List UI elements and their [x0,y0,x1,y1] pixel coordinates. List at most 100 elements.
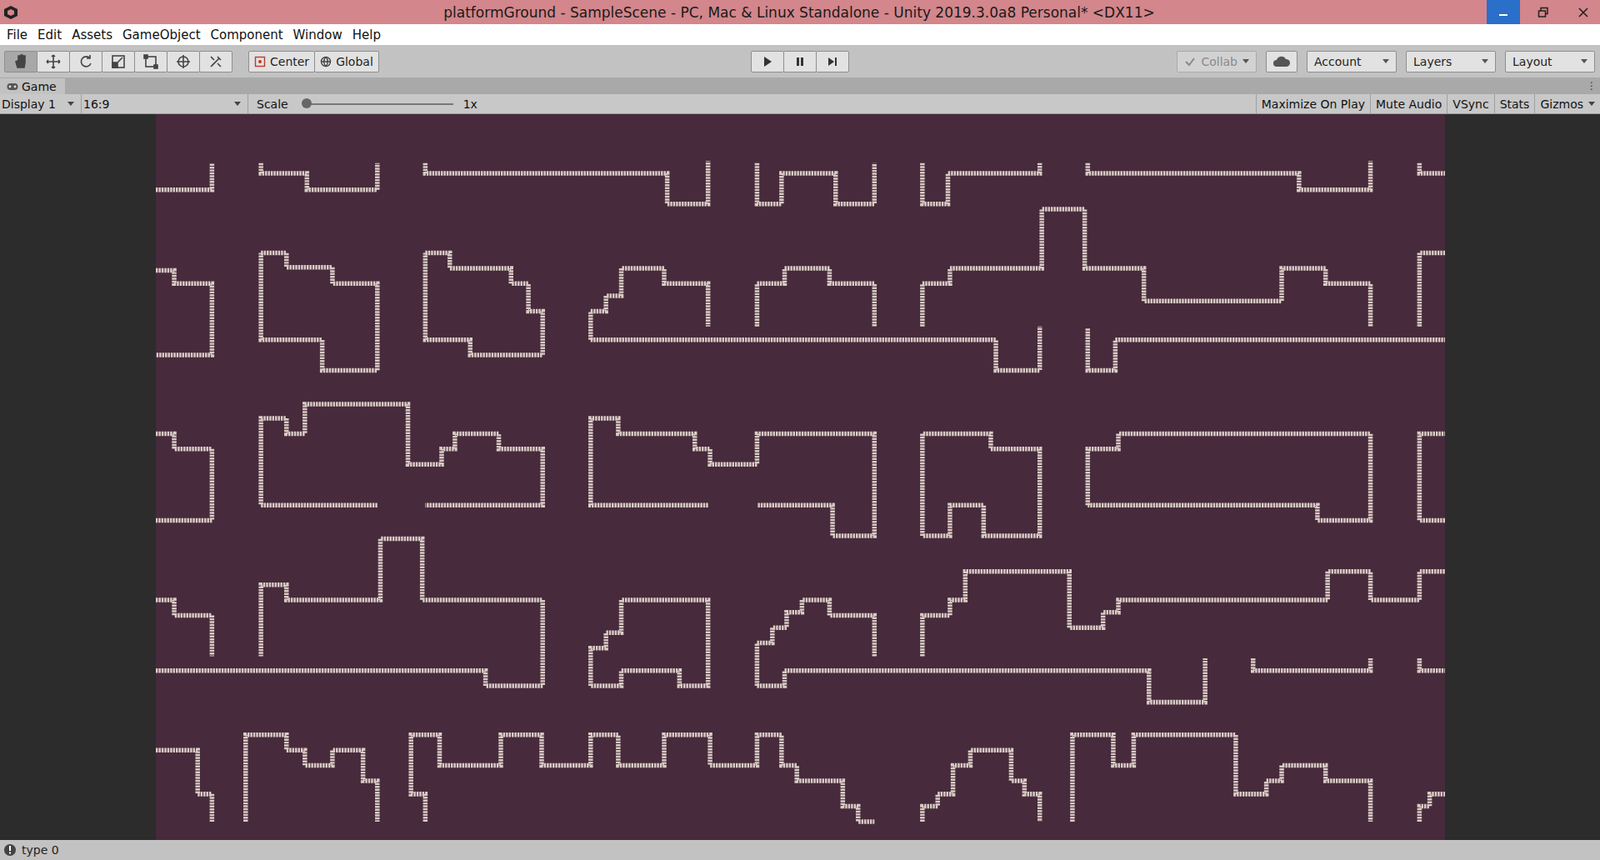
toolbar-dropdown[interactable]: Account [1306,50,1397,73]
game-canvas[interactable] [155,114,1445,840]
platform-outline [590,326,1040,371]
scale-slider: Scale 1x [248,97,478,111]
tool-button[interactable] [69,50,103,73]
platform-outline [155,750,212,822]
platform-outline [155,163,212,190]
platform-outline [425,253,543,356]
playback-button[interactable] [750,50,785,73]
dropdown-arrow-icon [1382,59,1390,64]
platform-outline [1252,658,1370,671]
display-dropdown[interactable]: Display 1 [0,94,82,114]
close-icon [1577,6,1590,19]
platform-outline [921,163,1040,205]
scale-icon [110,53,127,70]
info-icon [3,843,17,857]
tool-button[interactable] [4,50,38,73]
platform-outline [921,433,1040,536]
platform-outline [245,735,377,822]
playback-button[interactable] [783,50,817,73]
platform-outline [590,418,875,536]
menu-item[interactable]: Edit [32,27,67,43]
tool-button[interactable] [134,50,168,73]
platform-outline [1419,794,1445,822]
custom-icon [207,53,225,70]
slider-thumb[interactable] [301,98,312,109]
restore-icon [1537,6,1550,19]
unity-editor: platformGround - SampleScene - PC, Mac &… [0,0,1600,860]
platform-outline [260,253,378,371]
close-button[interactable] [1566,0,1600,25]
platform-outline [756,163,875,205]
tool-button[interactable] [199,50,233,73]
dropdown-arrow-icon [1580,59,1588,64]
menu-item[interactable]: Window [288,27,348,43]
minimize-icon [1497,6,1510,19]
platform-outline [590,600,708,686]
platform-outline [756,600,875,686]
menu-item[interactable]: GameObject [117,27,206,43]
platform-outline [425,160,708,204]
tab-menu-icon[interactable]: ⋮ [1583,80,1600,92]
game-toggle[interactable]: Mute Audio [1370,94,1447,114]
toolbar-dropdown[interactable]: Layers [1405,50,1496,73]
platform-outline [756,658,1205,703]
playback-group [751,50,850,73]
dropdown-arrow-icon [67,101,75,106]
game-toggle[interactable]: Stats [1494,94,1535,114]
menu-item[interactable]: Assets [66,27,118,43]
game-tab[interactable]: Game [0,78,65,95]
dropdown-arrow-icon [1481,59,1489,64]
dropdown-arrow-icon [234,101,241,106]
cloud-icon [1272,55,1291,68]
minimize-button[interactable] [1486,0,1520,25]
menu-item[interactable]: File [1,27,33,43]
game-toggle[interactable]: VSync [1446,94,1494,114]
platform-outline [260,404,543,505]
gamepad-icon [6,82,19,91]
platform-outline [1419,658,1445,671]
move-icon [45,53,62,70]
rect-icon [142,53,160,70]
platform-outline [590,268,708,340]
tool-button[interactable] [101,50,135,73]
center-icon [254,55,266,68]
menu-item[interactable]: Help [347,27,386,43]
gizmos-dropdown[interactable]: Gizmos [1534,94,1600,114]
unity-logo-icon [3,5,19,20]
cloud-button[interactable] [1265,50,1298,73]
platform-outline [155,270,212,355]
toolbar-dropdown[interactable]: Layout [1505,50,1595,73]
playback-button[interactable] [815,50,850,73]
aspect-dropdown[interactable]: 16:9 [81,94,249,114]
dropdown-arrow-icon [1588,101,1595,106]
platform-outline [155,600,212,656]
dropdown-arrow-icon [1242,59,1250,64]
slider-track[interactable] [303,103,454,105]
rotate-icon [77,53,95,70]
platform-outline [260,163,378,190]
pivot-button[interactable]: Global [314,50,380,73]
main-toolbar: Center Global Collab Account Layers Layo… [0,45,1600,78]
tab-bar: Game ⋮ [0,77,1600,95]
collab-button[interactable]: Collab [1176,50,1257,73]
pivot-button[interactable]: Center [248,50,315,73]
platform-outline [1087,328,1445,370]
game-toggle[interactable]: Maximize On Play [1255,94,1370,114]
platform-outline [1419,253,1445,327]
window-controls [1480,0,1600,25]
platform-outline [921,209,1370,327]
title-bar: platformGround - SampleScene - PC, Mac &… [0,0,1600,25]
platform-outline [155,539,543,686]
pivot-group: Center Global [249,50,380,73]
tool-button[interactable] [36,50,70,73]
hand-icon [12,53,30,70]
platform-outline [155,433,212,520]
menu-bar: FileEditAssetsGameObjectComponentWindowH… [0,24,1600,45]
tool-group [5,50,233,73]
maximize-button[interactable] [1526,0,1560,25]
menu-item[interactable]: Component [205,27,289,43]
game-toolbar: Display 1 16:9 Scale 1x Maximize On Play… [0,94,1600,115]
status-bar: type 0 [0,840,1600,860]
tool-button[interactable] [166,50,200,73]
platform-outline [1419,433,1445,520]
